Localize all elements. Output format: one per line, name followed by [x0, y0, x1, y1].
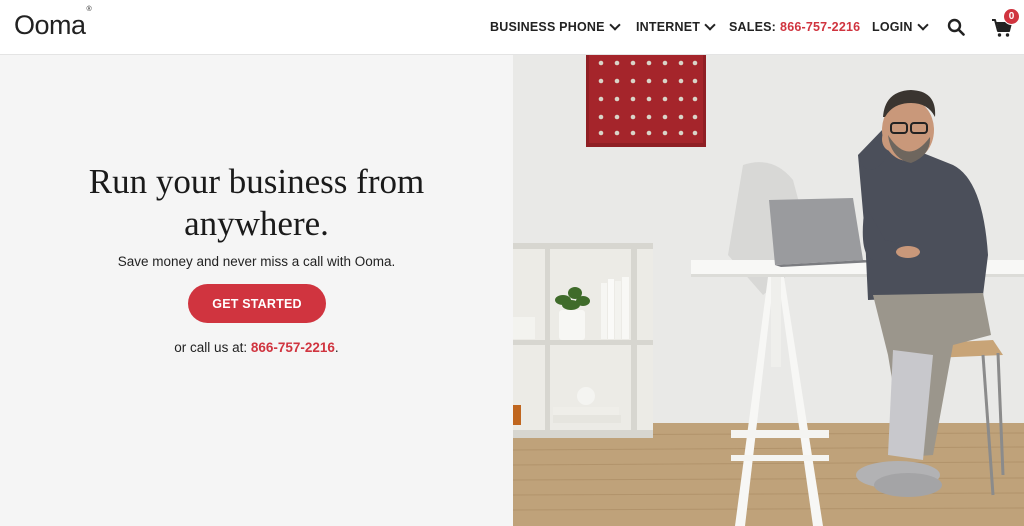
nav-sales-phone[interactable]: 866-757-2216 [780, 20, 860, 34]
nav-sales[interactable]: SALES: 866-757-2216 [729, 20, 860, 34]
get-started-button[interactable]: GET STARTED [188, 284, 326, 323]
hero-title-line-2: anywhere. [184, 204, 329, 243]
hero-title-line-1: Run your business from [88, 162, 425, 201]
logo-text: Ooma [14, 10, 86, 40]
cart-count-badge[interactable]: 0 [1003, 8, 1020, 25]
search-icon[interactable] [947, 18, 965, 36]
nav-internet-label: INTERNET [636, 20, 701, 34]
office-scene-illustration [513, 55, 1024, 526]
chevron-down-icon [608, 19, 621, 31]
hero-title: Run your business from anywhere. [0, 161, 513, 245]
nav-internet[interactable]: INTERNET [636, 19, 716, 34]
site-header: Ooma® BUSINESS PHONE INTERNET SALES: 866… [0, 0, 1024, 55]
hero-image [513, 55, 1024, 526]
call-us-text: or call us at: 866-757-2216. [0, 340, 513, 355]
ooma-logo[interactable]: Ooma® [14, 6, 92, 41]
call-us-prefix: or call us at: [174, 340, 248, 355]
nav-sales-label: SALES: [729, 20, 777, 34]
hero-panel: Run your business from anywhere. Save mo… [0, 55, 513, 526]
nav-business-phone[interactable]: BUSINESS PHONE [490, 19, 621, 34]
registered-mark: ® [86, 6, 92, 13]
chevron-down-icon [916, 19, 929, 31]
call-us-phone-link[interactable]: 866-757-2216 [251, 340, 335, 355]
chevron-down-icon [704, 19, 716, 31]
nav-business-phone-label: BUSINESS PHONE [490, 20, 605, 34]
hero-subtitle: Save money and never miss a call with Oo… [117, 254, 396, 269]
nav-login[interactable]: LOGIN [872, 19, 929, 34]
call-us-suffix: . [334, 340, 339, 355]
nav-login-label: LOGIN [872, 20, 913, 34]
